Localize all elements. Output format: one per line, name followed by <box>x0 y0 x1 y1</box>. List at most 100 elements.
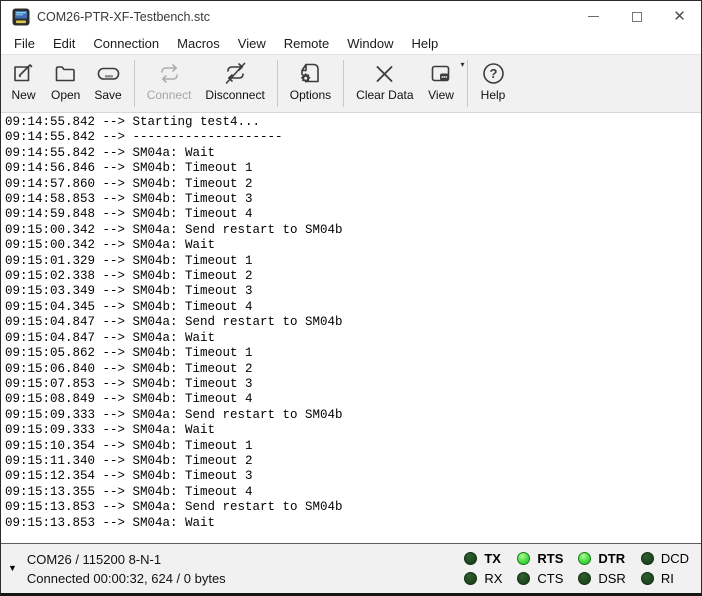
open-button[interactable]: Open <box>44 59 87 110</box>
help-question-icon: ? <box>480 60 507 87</box>
clear-x-icon <box>371 60 398 87</box>
view-window-icon <box>428 60 455 87</box>
log-line: 09:15:13.853 --> SM04a: Send restart to … <box>5 500 701 515</box>
minimize-button[interactable] <box>572 1 615 32</box>
connect-button: Connect <box>140 59 199 110</box>
led-cts: CTS <box>517 571 563 586</box>
statusbar-expander-icon[interactable]: ▼ <box>8 564 17 573</box>
log-line: 09:15:04.345 --> SM04b: Timeout 4 <box>5 300 701 315</box>
svg-text:?: ? <box>489 66 497 81</box>
new-label: New <box>11 88 35 102</box>
menu-macros[interactable]: Macros <box>168 34 229 53</box>
title-bar: COM26-PTR-XF-Testbench.stc ✕ <box>1 1 701 32</box>
open-folder-icon <box>52 60 79 87</box>
led-dsr: DSR <box>578 571 625 586</box>
log-line: 09:15:01.329 --> SM04b: Timeout 1 <box>5 254 701 269</box>
log-line: 09:15:08.849 --> SM04b: Timeout 4 <box>5 392 701 407</box>
led-dtr[interactable]: DTR <box>578 551 625 566</box>
log-line: 09:15:04.847 --> SM04a: Wait <box>5 331 701 346</box>
menu-file[interactable]: File <box>5 34 44 53</box>
log-line: 09:15:06.840 --> SM04b: Timeout 2 <box>5 362 701 377</box>
status-bar: ▼ COM26 / 115200 8-N-1 Connected 00:00:3… <box>1 543 701 593</box>
log-line: 09:15:09.333 --> SM04a: Wait <box>5 423 701 438</box>
rx-led-label: RX <box>484 571 502 586</box>
options-label: Options <box>290 88 331 102</box>
menu-edit[interactable]: Edit <box>44 34 84 53</box>
log-line: 09:15:05.862 --> SM04b: Timeout 1 <box>5 346 701 361</box>
dcd-led-label: DCD <box>661 551 689 566</box>
cts-led-icon <box>517 572 530 585</box>
close-button[interactable]: ✕ <box>658 1 701 32</box>
connection-status: COM26 / 115200 8-N-1 Connected 00:00:32,… <box>27 550 226 588</box>
new-document-icon <box>10 60 37 87</box>
toolbar: New Open Save Connect <box>1 54 701 113</box>
disconnect-slash-icon <box>222 60 249 87</box>
menu-view[interactable]: View <box>229 34 275 53</box>
log-line: 09:14:59.848 --> SM04b: Timeout 4 <box>5 207 701 222</box>
help-button[interactable]: ? Help <box>473 59 514 110</box>
options-button[interactable]: Options <box>283 59 338 110</box>
toolbar-separator <box>134 60 135 107</box>
menu-remote[interactable]: Remote <box>275 34 339 53</box>
maximize-button[interactable] <box>615 1 658 32</box>
app-icon <box>12 8 30 26</box>
ri-led-icon <box>641 572 654 585</box>
dsr-led-icon <box>578 572 591 585</box>
log-line: 09:15:03.349 --> SM04b: Timeout 3 <box>5 284 701 299</box>
disconnect-button[interactable]: Disconnect <box>198 59 271 110</box>
toolbar-separator <box>343 60 344 107</box>
led-rts[interactable]: RTS <box>517 551 563 566</box>
log-line: 09:15:07.853 --> SM04b: Timeout 3 <box>5 377 701 392</box>
menu-bar: File Edit Connection Macros View Remote … <box>1 32 701 54</box>
view-button[interactable]: ▾ View <box>421 59 462 110</box>
toolbar-separator <box>277 60 278 107</box>
help-label: Help <box>481 88 506 102</box>
log-line: 09:15:09.333 --> SM04a: Send restart to … <box>5 408 701 423</box>
connect-arrows-icon <box>156 60 183 87</box>
rts-led-label: RTS <box>537 551 563 566</box>
clear-data-label: Clear Data <box>356 88 413 102</box>
minimize-icon <box>588 16 599 17</box>
terminal-log[interactable]: 09:14:55.842 --> Starting test4...09:14:… <box>1 113 701 543</box>
log-line: 09:14:58.853 --> SM04b: Timeout 3 <box>5 192 701 207</box>
log-line: 09:15:11.340 --> SM04b: Timeout 2 <box>5 454 701 469</box>
view-dropdown-caret-icon[interactable]: ▾ <box>461 60 465 69</box>
toolbar-separator <box>467 60 468 107</box>
port-settings-text: COM26 / 115200 8-N-1 <box>27 550 226 569</box>
cts-led-label: CTS <box>537 571 563 586</box>
gear-icon <box>301 73 310 82</box>
log-line: 09:15:00.342 --> SM04a: Wait <box>5 238 701 253</box>
view-label: View <box>428 88 454 102</box>
dsr-led-label: DSR <box>598 571 625 586</box>
log-line: 09:15:13.355 --> SM04b: Timeout 4 <box>5 485 701 500</box>
menu-help[interactable]: Help <box>403 34 448 53</box>
save-drive-icon <box>95 60 122 87</box>
connect-label: Connect <box>147 88 192 102</box>
coolterm-window: COM26-PTR-XF-Testbench.stc ✕ File Edit C… <box>0 0 702 596</box>
dtr-led-icon <box>578 552 591 565</box>
tx-led-label: TX <box>484 551 501 566</box>
menu-connection[interactable]: Connection <box>84 34 168 53</box>
dcd-led-icon <box>641 552 654 565</box>
save-button[interactable]: Save <box>87 59 128 110</box>
log-line: 09:14:57.860 --> SM04b: Timeout 2 <box>5 177 701 192</box>
clear-data-button[interactable]: Clear Data <box>349 59 420 110</box>
rx-led-icon <box>464 572 477 585</box>
log-line: 09:15:12.354 --> SM04b: Timeout 3 <box>5 469 701 484</box>
led-rx: RX <box>464 571 502 586</box>
menu-window[interactable]: Window <box>338 34 402 53</box>
window-controls: ✕ <box>572 1 701 32</box>
close-icon: ✕ <box>673 9 686 24</box>
log-line: 09:15:02.338 --> SM04b: Timeout 2 <box>5 269 701 284</box>
save-label: Save <box>94 88 121 102</box>
tx-led-icon <box>464 552 477 565</box>
log-line: 09:15:10.354 --> SM04b: Timeout 1 <box>5 439 701 454</box>
log-line: 09:15:04.847 --> SM04a: Send restart to … <box>5 315 701 330</box>
rts-led-icon <box>517 552 530 565</box>
disconnect-label: Disconnect <box>205 88 264 102</box>
log-line: 09:15:00.342 --> SM04a: Send restart to … <box>5 223 701 238</box>
new-button[interactable]: New <box>3 59 44 110</box>
led-tx: TX <box>464 551 502 566</box>
connection-info-text: Connected 00:00:32, 624 / 0 bytes <box>27 569 226 588</box>
maximize-icon <box>632 12 642 22</box>
